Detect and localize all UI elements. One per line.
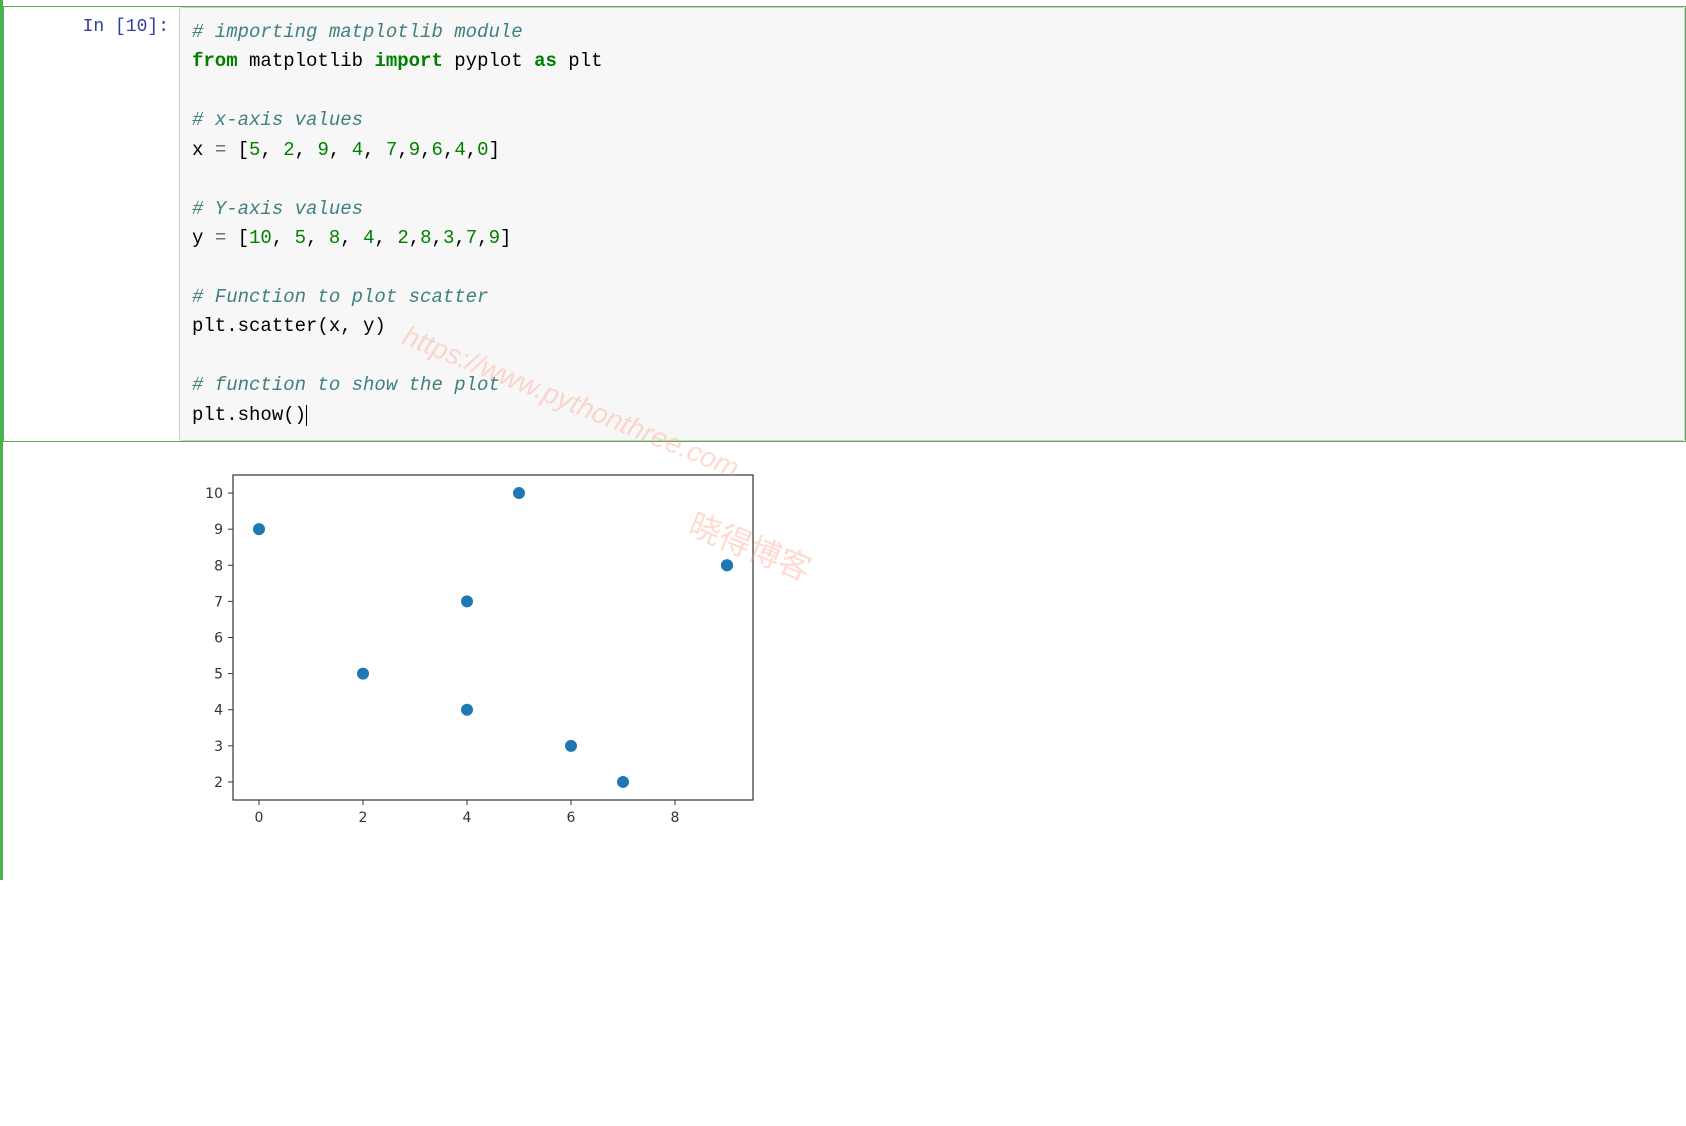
- y-tick-label: 6: [214, 631, 223, 647]
- y-tick-label: 7: [214, 595, 223, 611]
- code-line: # importing matplotlib module: [192, 18, 1672, 47]
- scatter-point: [721, 559, 733, 571]
- y-tick-label: 2: [214, 775, 223, 791]
- code-line: [192, 77, 1672, 106]
- chart-svg: 0 2 4 6 8 2 3 4 5 6 7 8 9 10: [178, 460, 768, 840]
- code-line: # Y-axis values: [192, 195, 1672, 224]
- x-tick-label: 2: [359, 810, 368, 826]
- scatter-chart: 0 2 4 6 8 2 3 4 5 6 7 8 9 10: [178, 460, 768, 840]
- y-tick-label: 3: [214, 739, 223, 755]
- code-line: x = [5, 2, 9, 4, 7,9,6,4,0]: [192, 136, 1672, 165]
- code-line: # function to show the plot: [192, 371, 1672, 400]
- input-prompt-area: In [10]:: [4, 7, 179, 441]
- output-area: 0 2 4 6 8 2 3 4 5 6 7 8 9 10: [3, 442, 1686, 840]
- x-tick-label: 8: [671, 810, 680, 826]
- code-line: plt.scatter(x, y): [192, 312, 1672, 341]
- scatter-point: [617, 776, 629, 788]
- output-content: 0 2 4 6 8 2 3 4 5 6 7 8 9 10: [178, 460, 1686, 840]
- code-editor[interactable]: # importing matplotlib modulefrom matplo…: [179, 7, 1685, 441]
- scatter-point: [461, 596, 473, 608]
- y-tick-label: 8: [214, 558, 223, 574]
- y-tick-label: 10: [205, 486, 223, 502]
- code-cell[interactable]: In [10]: # importing matplotlib modulefr…: [3, 6, 1686, 442]
- scatter-point: [461, 704, 473, 716]
- y-tick-label: 9: [214, 522, 223, 538]
- code-line: plt.show(): [192, 401, 1672, 430]
- x-tick-label: 0: [255, 810, 264, 826]
- y-tick-label: 5: [214, 667, 223, 683]
- y-tick-label: 4: [214, 703, 223, 719]
- scatter-point: [357, 668, 369, 680]
- code-line: y = [10, 5, 8, 4, 2,8,3,7,9]: [192, 224, 1672, 253]
- scatter-point: [565, 740, 577, 752]
- x-tick-label: 6: [567, 810, 576, 826]
- code-line: [192, 165, 1672, 194]
- code-line: [192, 342, 1672, 371]
- output-prompt-area: [3, 460, 178, 840]
- notebook-container: In [10]: # importing matplotlib modulefr…: [0, 0, 1686, 880]
- scatter-point: [253, 523, 265, 535]
- cell-content: # importing matplotlib modulefrom matplo…: [179, 7, 1685, 441]
- x-tick-label: 4: [463, 810, 472, 826]
- code-line: # Function to plot scatter: [192, 283, 1672, 312]
- code-line: from matplotlib import pyplot as plt: [192, 47, 1672, 76]
- input-prompt-label: In [10]:: [83, 17, 169, 37]
- scatter-point: [513, 487, 525, 499]
- code-line: [192, 254, 1672, 283]
- code-line: # x-axis values: [192, 106, 1672, 135]
